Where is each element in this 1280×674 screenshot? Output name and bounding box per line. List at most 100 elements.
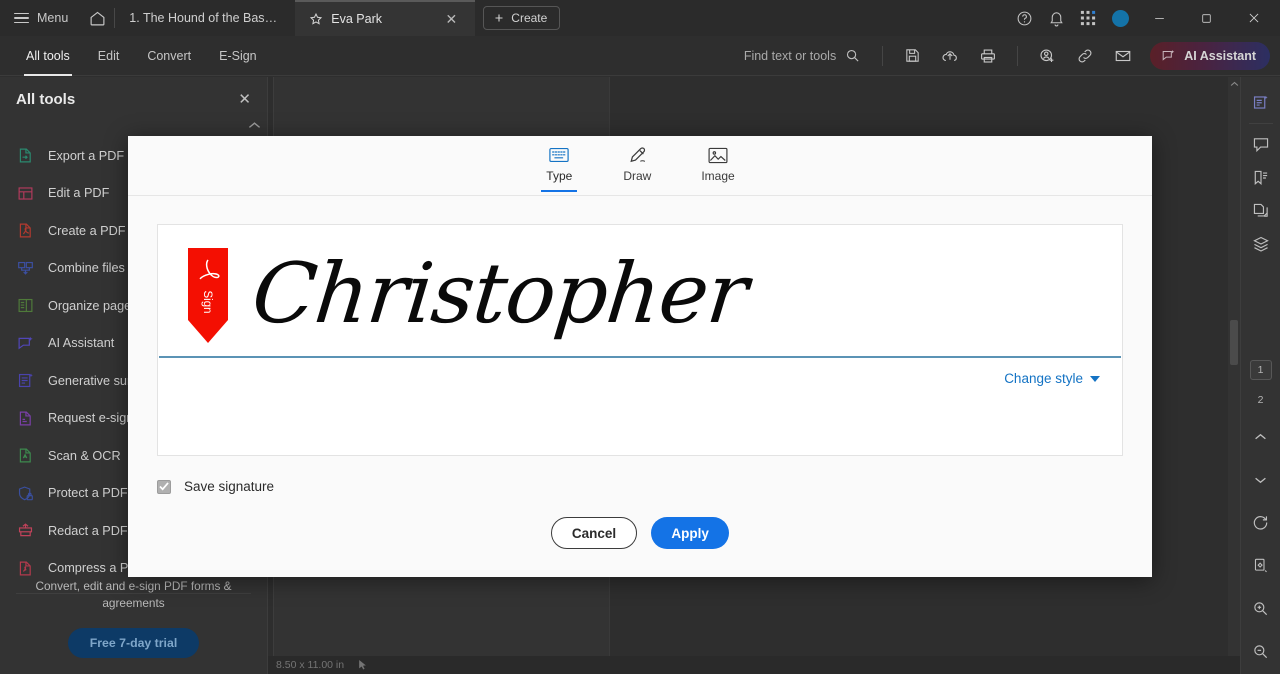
- tab-label: All tools: [26, 48, 70, 63]
- page-size-label: 8.50 x 11.00 in: [276, 659, 345, 671]
- zoom-out-icon[interactable]: [1241, 635, 1280, 668]
- image-icon: [708, 145, 728, 165]
- home-button[interactable]: [80, 0, 114, 36]
- application-window: Menu 1. The Hound of the Baskervilles ..…: [0, 0, 1280, 674]
- pages-copy-icon[interactable]: [1241, 194, 1280, 227]
- avatar[interactable]: [1105, 0, 1135, 36]
- generative-summary-icon: [16, 372, 34, 390]
- save-signature-row[interactable]: Save signature: [157, 479, 1152, 494]
- chevron-up-icon[interactable]: [0, 121, 267, 135]
- sidebar-item-label: Scan & OCR: [48, 448, 121, 463]
- tab-convert[interactable]: Convert: [133, 36, 205, 76]
- protect-pdf-icon: [16, 484, 34, 502]
- hamburger-icon: [14, 12, 29, 24]
- scroll-up-arrow[interactable]: [1228, 77, 1240, 90]
- signature-preview-text: Christopher: [247, 244, 752, 342]
- home-icon: [89, 10, 106, 27]
- apply-button[interactable]: Apply: [651, 517, 730, 549]
- titlebar-right-group: [1009, 0, 1280, 36]
- sidebar-header: All tools ✕: [0, 77, 267, 121]
- sidebar-item-label: Create a PDF: [48, 223, 126, 238]
- add-person-icon[interactable]: [1028, 38, 1066, 74]
- bell-icon[interactable]: [1041, 0, 1071, 36]
- chevron-down-icon[interactable]: [1241, 463, 1280, 496]
- combine-files-icon: [16, 259, 34, 277]
- document-tab-2[interactable]: Eva Park ✕: [295, 0, 476, 36]
- pen-icon: [627, 145, 648, 165]
- scrollbar-thumb[interactable]: [1230, 320, 1238, 365]
- close-icon[interactable]: ✕: [442, 12, 462, 26]
- close-button[interactable]: [1231, 0, 1276, 36]
- rotate-icon[interactable]: [1241, 506, 1280, 539]
- link-icon[interactable]: [1066, 38, 1104, 74]
- free-trial-button[interactable]: Free 7-day trial: [67, 628, 200, 658]
- print-icon[interactable]: [969, 38, 1007, 74]
- layers-icon[interactable]: [1241, 227, 1280, 260]
- generative-summary-icon[interactable]: [1241, 86, 1280, 119]
- tab-esign[interactable]: E-Sign: [205, 36, 271, 76]
- vertical-scrollbar[interactable]: [1228, 77, 1240, 656]
- close-icon[interactable]: ✕: [238, 92, 251, 107]
- tab-type[interactable]: Type: [535, 139, 583, 192]
- divider: [1017, 45, 1019, 66]
- star-icon: [309, 12, 323, 26]
- tab-label: E-Sign: [219, 48, 257, 63]
- tab-label: Eva Park: [331, 12, 382, 26]
- document-tab-1[interactable]: 1. The Hound of the Baskervilles ...: [115, 0, 295, 36]
- mail-icon[interactable]: [1104, 38, 1142, 74]
- cancel-button[interactable]: Cancel: [550, 517, 638, 549]
- create-button[interactable]: Create: [483, 6, 561, 30]
- tab-edit[interactable]: Edit: [84, 36, 134, 76]
- create-pdf-icon: [16, 222, 34, 240]
- toolbar-tabs: All tools Edit Convert E-Sign: [0, 36, 271, 76]
- tab-label: Edit: [97, 48, 120, 63]
- tab-image[interactable]: Image: [691, 139, 744, 192]
- zoom-in-icon[interactable]: [1241, 592, 1280, 625]
- keyboard-icon: [549, 145, 569, 165]
- sidebar-item-label: Export a PDF: [48, 148, 125, 163]
- page-number-next[interactable]: 2: [1250, 390, 1272, 410]
- organize-pages-icon: [16, 297, 34, 315]
- redact-pdf-icon: [16, 522, 34, 540]
- sidebar-item-label: Edit a PDF: [48, 186, 110, 201]
- apps-grid-icon[interactable]: [1073, 0, 1103, 36]
- document-status-bar: 8.50 x 11.00 in: [268, 656, 1240, 674]
- divider: [882, 45, 884, 66]
- page-number-current[interactable]: 1: [1249, 360, 1272, 380]
- bookmark-icon[interactable]: [1241, 161, 1280, 194]
- signature-canvas[interactable]: Sign Christopher Change style: [157, 224, 1123, 456]
- restore-button[interactable]: [1184, 0, 1229, 36]
- sidebar-footer-text: Convert, edit and e-sign PDF forms & agr…: [35, 578, 232, 610]
- search-icon: [845, 48, 860, 63]
- edit-pdf-icon: [16, 184, 34, 202]
- page-snapshot-icon[interactable]: [1241, 549, 1280, 582]
- tab-label: Draw: [623, 169, 652, 183]
- minimize-button[interactable]: [1137, 0, 1182, 36]
- upload-cloud-icon[interactable]: [931, 38, 969, 74]
- change-style-button[interactable]: Change style: [1004, 371, 1100, 386]
- tab-label: Type: [546, 169, 573, 183]
- sidebar-item-label: AI Assistant: [48, 336, 115, 351]
- comment-icon[interactable]: [1241, 128, 1280, 161]
- tab-all-tools[interactable]: All tools: [12, 36, 84, 76]
- tab-label: Convert: [147, 48, 192, 63]
- menu-button[interactable]: Menu: [0, 0, 80, 36]
- save-icon[interactable]: [893, 38, 931, 74]
- chevron-down-icon: [1090, 375, 1100, 382]
- find-text-or-tools[interactable]: Find text or tools: [744, 48, 872, 63]
- main-toolbar: All tools Edit Convert E-Sign Find text …: [0, 36, 1280, 76]
- save-signature-checkbox[interactable]: [157, 479, 171, 494]
- sidebar-item-label: Organize pages: [48, 298, 138, 313]
- dialog-actions: Cancel Apply: [128, 517, 1152, 549]
- right-rail: 1 2: [1240, 77, 1280, 674]
- help-icon[interactable]: [1009, 0, 1039, 36]
- signature-dialog: Type Draw Image Sign Christopher Change …: [128, 136, 1152, 577]
- ai-assistant-button[interactable]: AI Assistant: [1150, 41, 1270, 70]
- avatar-circle: [1111, 9, 1129, 27]
- chevron-up-icon[interactable]: [1241, 420, 1280, 453]
- find-label: Find text or tools: [743, 48, 837, 63]
- cursor-icon: [358, 660, 367, 670]
- tab-draw[interactable]: Draw: [613, 139, 661, 192]
- toolbar-right-group: Find text or tools AI Assistant: [744, 38, 1280, 74]
- plus-icon: [493, 12, 505, 24]
